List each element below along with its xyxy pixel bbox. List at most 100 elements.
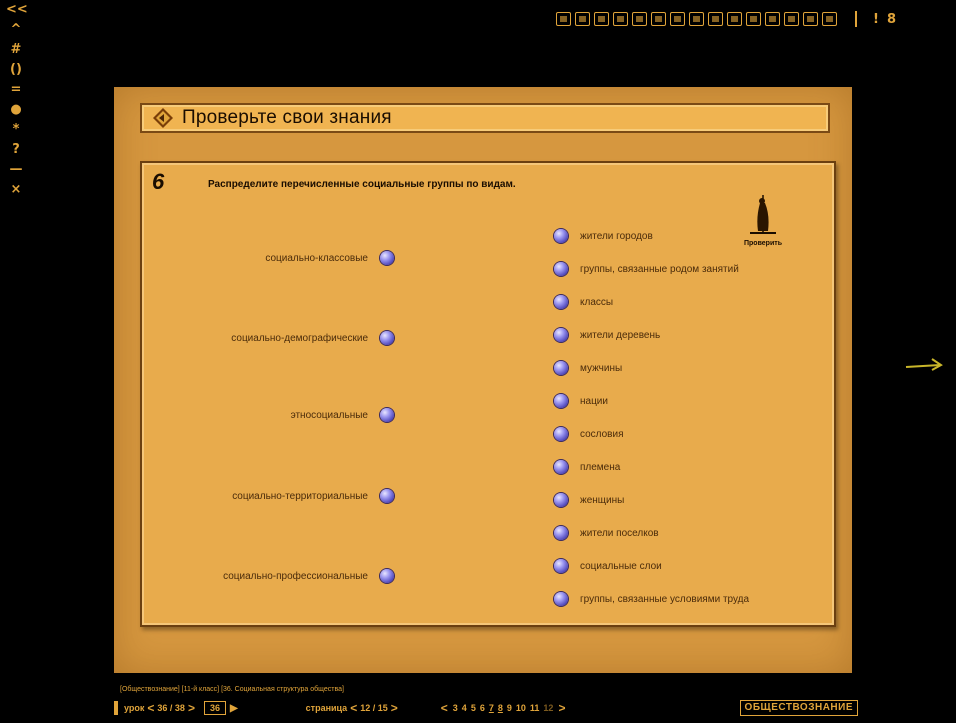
next-arrow-icon[interactable] [904,355,944,375]
eight-icon[interactable]: 8 [887,12,896,27]
connector-dot[interactable] [554,229,568,243]
task-box: 6 Распределите перечисленные социальные … [140,161,836,627]
right-item-label: жители деревень [580,329,661,341]
left-item-label: социально-профессиональные [223,570,368,582]
right-item: племена [554,458,620,476]
diamond-logo-icon [153,108,173,128]
grid-icon[interactable] [594,12,609,26]
up-button[interactable]: ^ [6,20,26,40]
layers-icon[interactable] [689,12,704,26]
lesson-prev-button[interactable]: < [147,701,154,715]
connector-dot[interactable] [380,569,394,583]
frame-icon[interactable] [670,12,685,26]
subject-name[interactable]: ОБЩЕСТВОЗНАНИЕ [739,700,858,716]
right-item-label: группы, связанные условиями труда [580,593,750,605]
image-icon[interactable] [784,12,799,26]
connector-dot[interactable] [554,361,568,375]
check-figure-icon [750,195,776,234]
page-label: страница [305,703,348,713]
bookmark-button[interactable]: * [6,120,26,140]
settings-icon[interactable] [803,12,818,26]
right-item-label: женщины [580,494,625,506]
right-item: жители деревень [554,326,660,344]
page-counter: 12 / 15 [360,703,388,713]
right-item: женщины [554,491,624,509]
right-item-label: мужчины [580,362,623,374]
left-item-label: социально-территориальные [232,490,368,502]
page-link[interactable]: 10 [516,703,526,713]
connector-dot[interactable] [554,559,568,573]
return-icon[interactable] [613,12,628,26]
lesson-next-button[interactable]: > [188,701,195,715]
circle-icon[interactable] [575,12,590,26]
hierarchy-icon[interactable] [727,12,742,26]
connector-dot[interactable] [554,328,568,342]
right-item: социальные слои [554,557,662,575]
page-link[interactable]: 9 [507,703,512,713]
menu-button[interactable]: = [6,80,26,100]
lesson-number-input[interactable] [203,701,226,715]
tree-icon[interactable] [708,12,723,26]
right-item: сословия [554,425,624,443]
page-link[interactable]: 3 [453,703,458,713]
page-link[interactable]: 8 [498,703,503,713]
help-button[interactable]: ? [6,140,26,160]
right-item-label: социальные слои [580,560,662,572]
connector-dot[interactable] [380,331,394,345]
page-link-current[interactable]: 12 [543,703,553,713]
connector-dot[interactable] [554,592,568,606]
page-link[interactable]: 6 [480,703,485,713]
connector-dot[interactable] [554,526,568,540]
connector-dot[interactable] [380,408,394,422]
right-item: группы, связанные родом занятий [554,260,739,278]
right-item: мужчины [554,359,622,377]
page-link[interactable]: 4 [462,703,467,713]
table-icon[interactable] [765,12,780,26]
check-button[interactable]: Проверить [740,193,786,251]
left-item-territorial: социально-территориальные [232,487,394,505]
minimize-button[interactable]: — [6,160,26,180]
left-item-professional: социально-профессиональные [223,567,394,585]
page-next-button[interactable]: > [391,701,398,715]
left-item-label: социально-классовые [265,252,368,264]
page-prev-button[interactable]: < [350,701,357,715]
lesson-label: урок [124,703,145,713]
brackets-button[interactable]: () [6,60,26,80]
contents-button[interactable]: # [6,40,26,60]
chat-icon[interactable] [822,12,837,26]
main-panel: Проверьте свои знания 6 Распределите пер… [114,87,852,673]
pages-next-button[interactable]: > [558,701,565,715]
right-item-label: группы, связанные родом занятий [580,263,739,275]
map-icon[interactable] [556,12,571,26]
breadcrumb[interactable]: [Обществознание] [11-й класс] [36. Социа… [120,686,344,693]
connector-dot[interactable] [554,394,568,408]
collapse-toolbar-button[interactable]: << [6,0,28,20]
alert-icon[interactable]: ! [873,12,879,27]
pages-prev-button[interactable]: < [441,701,448,715]
left-item-class: социально-классовые [265,249,394,267]
right-item: нации [554,392,608,410]
globe-icon[interactable] [746,12,761,26]
right-item-label: нации [580,395,608,407]
connector-dot[interactable] [554,427,568,441]
right-item-label: сословия [580,428,624,440]
comment-icon[interactable] [651,12,666,26]
page-link[interactable]: 5 [471,703,476,713]
lesson-counter: 36 / 38 [157,703,185,713]
connector-dot[interactable] [554,493,568,507]
connector-dot[interactable] [554,262,568,276]
go-to-lesson-button[interactable]: ▶ [230,703,238,714]
check-label: Проверить [744,240,782,247]
connector-dot[interactable] [380,489,394,503]
connector-dot[interactable] [554,295,568,309]
left-item-label: этносоциальные [290,409,368,421]
page-link[interactable]: 7 [489,703,494,713]
record-button[interactable]: ● [6,100,26,120]
close-button[interactable]: × [6,180,26,200]
toolbar-divider [855,11,857,27]
connector-dot[interactable] [554,460,568,474]
page-link[interactable]: 11 [530,703,540,713]
connector-dot[interactable] [380,251,394,265]
pencil-icon[interactable] [632,12,647,26]
task-number: 6 [152,169,165,194]
